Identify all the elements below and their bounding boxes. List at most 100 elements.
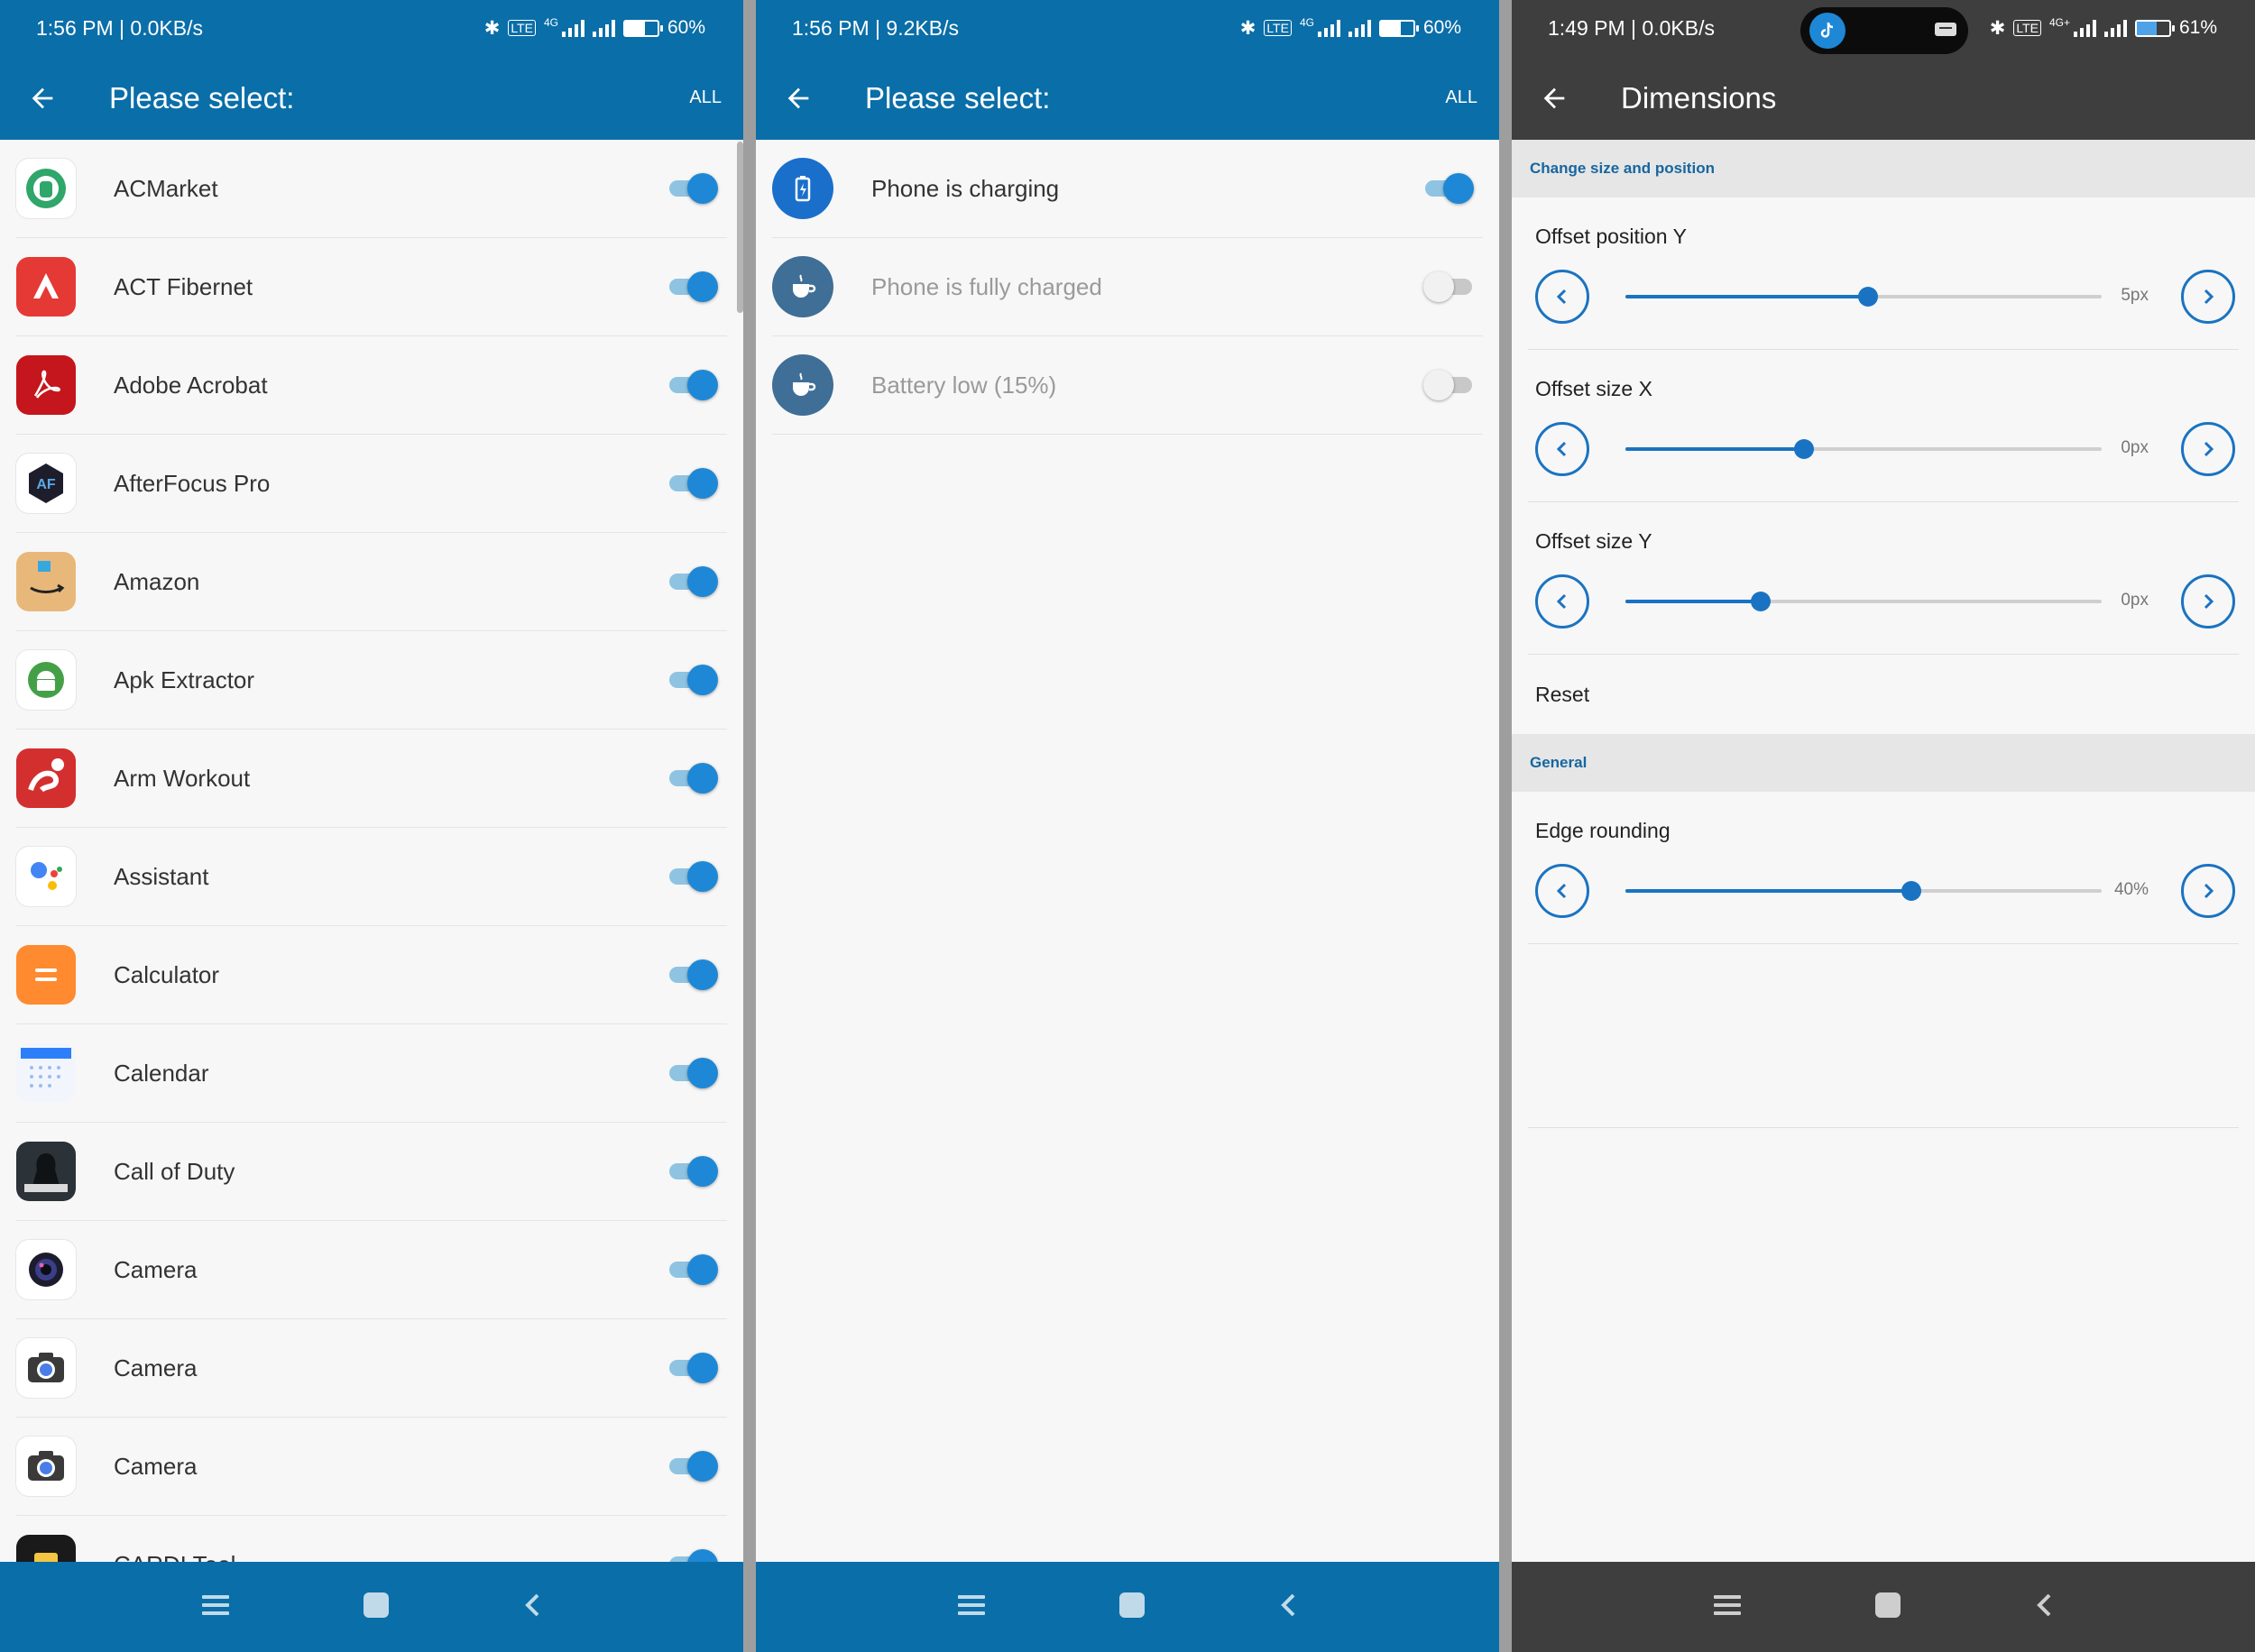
home-icon[interactable] <box>363 1592 390 1623</box>
value-slider[interactable] <box>1625 287 2102 307</box>
camera-icon <box>16 1436 76 1496</box>
menu-icon[interactable] <box>1714 1593 1741 1621</box>
app-toggle[interactable] <box>667 1451 718 1482</box>
slider-value: 0px <box>2121 591 2149 610</box>
menu-icon[interactable] <box>958 1593 985 1621</box>
volte-icon: LTE <box>508 20 536 36</box>
app-name: ACMarket <box>114 174 218 202</box>
back-arrow-icon[interactable] <box>1512 56 1597 140</box>
status-bar: 1:49 PM | 0.0KB/s ✱ LTE 4G+ 61% <box>1512 0 2255 56</box>
app-toggle[interactable] <box>667 271 718 302</box>
app-toggle[interactable] <box>667 763 718 794</box>
app-toggle[interactable] <box>667 370 718 400</box>
list-item[interactable]: ACMarket <box>16 140 727 238</box>
slider-setting: Offset position Y 5px <box>1528 197 2239 350</box>
app-toggle[interactable] <box>667 468 718 499</box>
value-slider[interactable] <box>1625 881 2102 901</box>
app-toggle[interactable] <box>667 1254 718 1285</box>
select-all-button[interactable]: ALL <box>689 87 722 108</box>
nav-back-icon[interactable] <box>2035 1592 2053 1622</box>
slider-setting: Offset size Y 0px <box>1528 502 2239 655</box>
event-item-fully-charged[interactable]: Phone is fully charged <box>772 238 1483 336</box>
app-toggle[interactable] <box>667 566 718 597</box>
reset-button[interactable]: Reset <box>1528 655 2239 734</box>
value-slider[interactable] <box>1625 592 2102 611</box>
calculator-icon <box>16 945 76 1005</box>
page-title: Please select: <box>109 80 295 115</box>
event-toggle[interactable] <box>1423 271 1474 302</box>
nav-back-icon[interactable] <box>1279 1592 1297 1622</box>
value-slider[interactable] <box>1625 439 2102 459</box>
navigation-bar <box>0 1562 743 1652</box>
app-name: Amazon <box>114 567 200 595</box>
app-toggle[interactable] <box>667 173 718 204</box>
signal-icon-2 <box>1348 19 1371 37</box>
list-item[interactable]: Amazon <box>16 533 727 631</box>
adobe-acrobat-icon <box>16 355 76 415</box>
app-list: ACMarket ACT Fibernet Adobe Acrobat AF After… <box>0 140 743 1614</box>
navigation-bar <box>756 1562 1499 1652</box>
home-icon[interactable] <box>1874 1592 1901 1623</box>
decrease-button[interactable] <box>1535 864 1589 918</box>
signal-icon-2 <box>2103 19 2127 37</box>
setting-label: Offset position Y <box>1535 225 1687 248</box>
list-item[interactable]: ACT Fibernet <box>16 238 727 336</box>
increase-button[interactable] <box>2181 864 2235 918</box>
list-item[interactable]: AF AfterFocus Pro <box>16 435 727 533</box>
list-item[interactable]: Camera <box>16 1418 727 1516</box>
list-item[interactable]: Camera <box>16 1221 727 1319</box>
back-arrow-icon[interactable] <box>756 56 841 140</box>
decrease-button[interactable] <box>1535 422 1589 476</box>
battery-icon <box>2134 19 2175 37</box>
back-arrow-icon[interactable] <box>0 56 85 140</box>
list-item[interactable]: Adobe Acrobat <box>16 336 727 435</box>
event-item-charging[interactable]: Phone is charging <box>772 140 1483 238</box>
home-icon[interactable] <box>1118 1592 1146 1623</box>
decrease-button[interactable] <box>1535 270 1589 324</box>
slider-thumb[interactable] <box>1794 439 1814 459</box>
setting-label: Offset size Y <box>1535 529 1652 553</box>
event-toggle[interactable] <box>1423 370 1474 400</box>
slider-thumb[interactable] <box>1858 287 1879 307</box>
slider-setting: Edge rounding 40% <box>1528 792 2239 944</box>
app-toggle[interactable] <box>667 1156 718 1187</box>
app-toggle[interactable] <box>667 861 718 892</box>
camera-lens-icon <box>16 1240 76 1299</box>
list-item[interactable]: Calendar <box>16 1024 727 1123</box>
status-icons: ✱ LTE 4G 60% <box>1240 17 1461 40</box>
decrease-button[interactable] <box>1535 574 1589 629</box>
app-toggle[interactable] <box>667 665 718 695</box>
coffee-cup-icon <box>772 256 833 317</box>
slider-thumb[interactable] <box>1751 592 1772 611</box>
increase-button[interactable] <box>2181 422 2235 476</box>
list-item[interactable]: Assistant <box>16 828 727 926</box>
position-settings: Offset position Y 5px Offset size X 0px Offs… <box>1512 197 2255 655</box>
event-toggle[interactable] <box>1423 173 1474 204</box>
list-item[interactable]: Camera <box>16 1319 727 1418</box>
increase-button[interactable] <box>2181 270 2235 324</box>
list-item[interactable]: Call of Duty <box>16 1123 727 1221</box>
list-item[interactable]: Arm Workout <box>16 730 727 828</box>
list-item[interactable]: Calculator <box>16 926 727 1024</box>
nav-back-icon[interactable] <box>523 1592 541 1622</box>
event-item-battery-low[interactable]: Battery low (15%) <box>772 336 1483 435</box>
tiktok-icon <box>1809 13 1845 49</box>
bluetooth-icon: ✱ <box>483 17 501 39</box>
general-settings: Edge rounding 40% <box>1512 792 2255 944</box>
list-item[interactable]: Apk Extractor <box>16 631 727 730</box>
app-toggle[interactable] <box>667 1058 718 1088</box>
select-all-button[interactable]: ALL <box>1445 87 1477 108</box>
app-toggle[interactable] <box>667 959 718 990</box>
event-label: Phone is fully charged <box>871 272 1102 300</box>
slider-thumb[interactable] <box>1901 881 1921 901</box>
status-icons: ✱ LTE 4G+ 61% <box>1990 17 2217 40</box>
assistant-icon <box>16 847 76 906</box>
signal-icon-2 <box>592 19 615 37</box>
afterfocus-icon: AF <box>16 454 76 513</box>
increase-button[interactable] <box>2181 574 2235 629</box>
app-toggle[interactable] <box>667 1353 718 1383</box>
scrollbar[interactable] <box>737 142 743 313</box>
calendar-icon <box>16 1043 76 1103</box>
dynamic-island[interactable] <box>1800 7 1968 54</box>
menu-icon[interactable] <box>202 1593 229 1621</box>
